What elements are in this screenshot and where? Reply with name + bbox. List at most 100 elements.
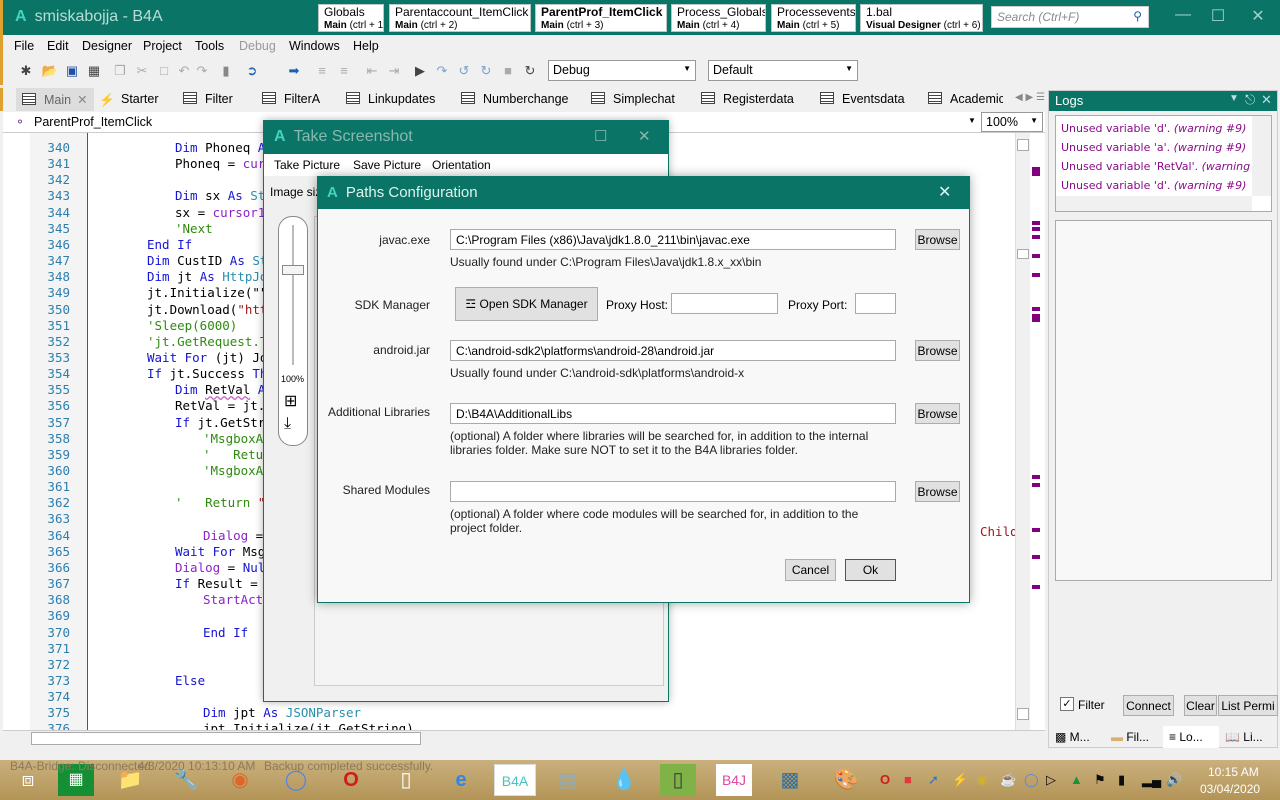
code-line[interactable]: If jt.Success The	[147, 366, 275, 381]
copy-icon[interactable]: ❐	[111, 63, 129, 79]
code-line[interactable]: ' Retur	[203, 447, 271, 462]
proxy-port-input[interactable]	[855, 293, 896, 314]
menu-file[interactable]: File	[14, 39, 34, 53]
tab-main[interactable]: Main ✕	[16, 88, 94, 111]
warnings-vertical-scrollbar[interactable]	[1252, 116, 1271, 196]
log-entry[interactable]: Unused variable 'a'. (warning #9)	[1061, 141, 1251, 160]
code-line[interactable]: StartActi	[203, 592, 271, 607]
javac-browse-button[interactable]: Browse	[915, 229, 960, 250]
log-entry[interactable]: Unused variable 'RetVal'. (warning #9)	[1061, 160, 1251, 179]
scroll-up-button[interactable]	[1017, 139, 1029, 151]
pin-icon[interactable]: ⎋	[1245, 92, 1255, 108]
panel-tab-modules[interactable]: ▩ M...	[1055, 730, 1090, 744]
code-line[interactable]: Dialog =	[203, 528, 263, 543]
quick-tab[interactable]: Globals Main (ctrl + 1)	[318, 4, 384, 32]
code-line[interactable]: Dialog = Null	[175, 560, 273, 575]
run-icon[interactable]: ▶	[411, 63, 429, 79]
cut-icon[interactable]: ✂	[133, 63, 151, 79]
code-line[interactable]: 'jt.GetRequest.Ti	[147, 334, 275, 349]
code-line[interactable]: Dim CustID As Str	[147, 253, 275, 268]
warning-marker[interactable]	[1032, 483, 1040, 487]
warning-marker[interactable]	[1032, 254, 1040, 258]
chevron-down-icon[interactable]: ▼	[968, 116, 976, 125]
proxy-host-input[interactable]	[671, 293, 778, 314]
code-line[interactable]: sx = cursor1.	[175, 205, 273, 220]
open-icon[interactable]: 📂	[41, 63, 59, 79]
quick-tab[interactable]: Process_Globals Main (ctrl + 4)	[671, 4, 766, 32]
redo-icon[interactable]: ↷	[193, 63, 211, 79]
dropdown-icon[interactable]: ▼	[1229, 93, 1239, 104]
warning-marker[interactable]	[1032, 307, 1040, 311]
indent-icon[interactable]: ⇥	[385, 63, 403, 79]
code-line[interactable]: If Result = D	[175, 576, 273, 591]
close-button[interactable]: ✕	[1243, 6, 1273, 26]
quick-tab[interactable]: ParentProf_ItemClick Main (ctrl + 3)	[535, 4, 667, 32]
warning-marker[interactable]	[1032, 235, 1040, 239]
forward-icon[interactable]: ➡	[285, 63, 303, 79]
android-jar-input[interactable]: C:\android-sdk2\platforms\android-28\and…	[450, 340, 896, 361]
tab-starter[interactable]: ⚡ Starter	[99, 92, 159, 107]
fit-icon[interactable]: ⊞	[284, 391, 297, 411]
new-icon[interactable]: ✱	[17, 63, 35, 79]
code-line[interactable]: End If	[147, 237, 192, 252]
clear-button[interactable]: Clear	[1184, 695, 1217, 716]
download-icon[interactable]: ⤓	[284, 415, 291, 433]
warning-marker[interactable]	[1032, 273, 1040, 277]
target-select[interactable]: Default ▼	[708, 60, 858, 81]
open-sdk-manager-button[interactable]: ☲ Open SDK Manager	[455, 287, 598, 321]
code-line[interactable]: Dim RetVal As	[175, 382, 273, 397]
warning-marker[interactable]	[1032, 585, 1040, 589]
code-line[interactable]: Else	[175, 673, 205, 688]
menu-designer[interactable]: Designer	[82, 39, 132, 53]
warning-marker[interactable]	[1032, 528, 1040, 532]
tab-registerdata[interactable]: Registerdata	[701, 92, 794, 106]
shared-modules-browse-button[interactable]: Browse	[915, 481, 960, 502]
tab-eventsdata[interactable]: Eventsdata	[820, 92, 905, 106]
menu-edit[interactable]: Edit	[47, 39, 69, 53]
minimize-button[interactable]: —	[1168, 6, 1198, 24]
paste-icon[interactable]: □	[155, 63, 173, 78]
menu-project[interactable]: Project	[143, 39, 182, 53]
code-line[interactable]: Dim sx As Str	[175, 188, 273, 203]
comment-icon[interactable]: ≡	[313, 63, 331, 78]
code-line[interactable]: Wait For (jt) Job	[147, 350, 275, 365]
warnings-list[interactable]: Unused variable 'd'. (warning #9) Unused …	[1055, 115, 1272, 212]
panel-tab-libraries[interactable]: 📖 Li...	[1225, 730, 1263, 744]
warning-marker[interactable]	[1032, 475, 1040, 479]
warning-marker[interactable]	[1032, 555, 1040, 559]
outdent-icon[interactable]: ⇤	[363, 63, 381, 79]
code-line[interactable]: jt.Initialize("",	[147, 285, 275, 300]
menu-save-picture[interactable]: Save Picture	[353, 158, 421, 172]
tab-numberchange[interactable]: Numberchange	[461, 92, 568, 106]
code-line[interactable]: jt.Download("http	[147, 302, 275, 317]
cancel-button[interactable]: Cancel	[785, 559, 836, 581]
save-icon[interactable]: ▣	[63, 63, 81, 79]
code-line[interactable]: 'MsgboxAs	[203, 431, 271, 446]
device-log-area[interactable]	[1055, 220, 1272, 581]
code-line[interactable]: End If	[203, 625, 248, 640]
menu-take-picture[interactable]: Take Picture	[274, 158, 340, 172]
quick-tab[interactable]: Parentaccount_ItemClick Main (ctrl + 2)	[389, 4, 531, 32]
warning-marker[interactable]	[1032, 314, 1040, 322]
android-jar-browse-button[interactable]: Browse	[915, 340, 960, 361]
code-line[interactable]: Dim Phoneq As	[175, 140, 273, 155]
menu-debug[interactable]: Debug	[239, 39, 276, 53]
javac-path-input[interactable]: C:\Program Files (x86)\Java\jdk1.8.0_211…	[450, 229, 896, 250]
menu-windows[interactable]: Windows	[289, 39, 340, 53]
menu-orientation[interactable]: Orientation	[432, 158, 491, 172]
code-line[interactable]: RetVal = jt.G	[175, 398, 273, 413]
tab-academic[interactable]: Academic	[928, 92, 1003, 106]
menu-tools[interactable]: Tools	[195, 39, 224, 53]
zoom-slider-track[interactable]	[292, 225, 294, 365]
step-over-icon[interactable]: ↷	[433, 63, 451, 79]
additional-libraries-input[interactable]: D:\B4A\AdditionalLibs	[450, 403, 896, 424]
quick-tab[interactable]: 1.bal Visual Designer (ctrl + 6)	[860, 4, 983, 32]
code-line[interactable]: Dim jpt As JSONParser	[203, 705, 361, 720]
maximize-button[interactable]: ☐	[594, 127, 607, 145]
close-button[interactable]: ✕	[938, 182, 951, 202]
list-permissions-button[interactable]: List Permi	[1218, 695, 1278, 716]
tab-simplechat[interactable]: Simplechat	[591, 92, 675, 106]
step-out-icon[interactable]: ↻	[477, 63, 495, 79]
close-tab-icon[interactable]: ✕	[77, 93, 87, 107]
code-line[interactable]: 'Sleep(6000)	[147, 318, 237, 333]
